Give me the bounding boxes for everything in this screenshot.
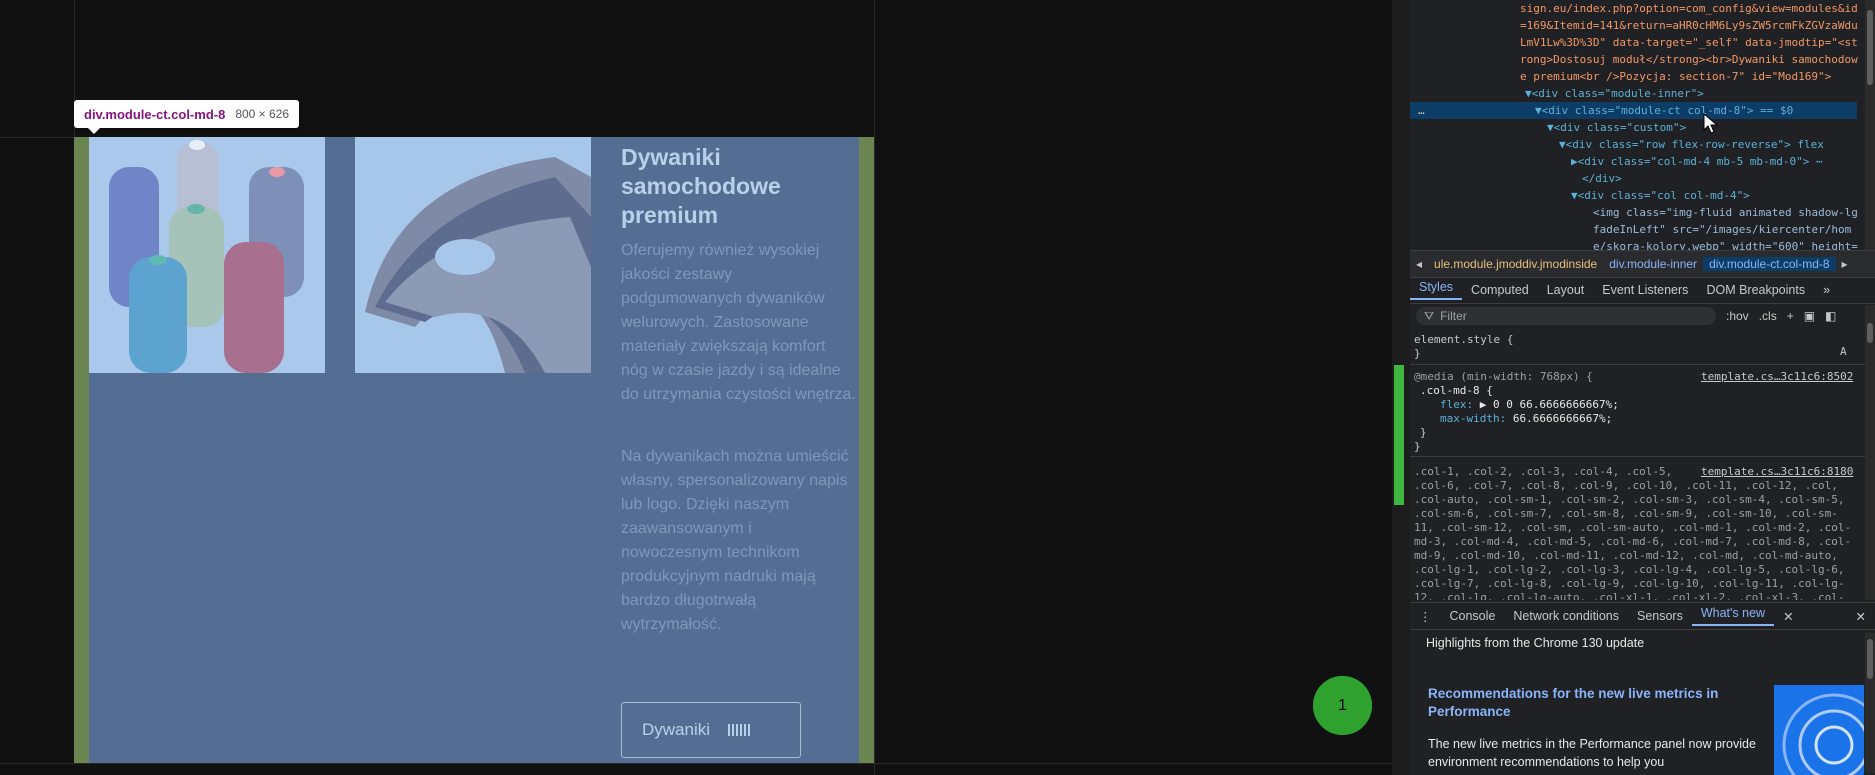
tab-whats-new[interactable]: What's new (1691, 606, 1775, 626)
module-paragraph: Oferujemy również wysokiej jakości zesta… (621, 242, 856, 403)
tab-network-conditions[interactable]: Network conditions (1504, 609, 1628, 623)
hov-toggle[interactable]: :hov (1726, 309, 1749, 323)
guide-line (0, 137, 74, 138)
dom-line[interactable]: LmV1Lw%3D%3D" data-target="_self" data-j… (1520, 34, 1858, 51)
style-property[interactable]: max-width: 66.6666666667%; (1440, 412, 1612, 426)
breadcrumb-item[interactable]: div.module-inner (1603, 257, 1703, 271)
devtools-drawer: ⋮ Console Network conditions Sensors Wha… (1410, 602, 1875, 775)
rule-end: } (1414, 347, 1421, 360)
dom-line[interactable]: e premium<br />Pozycja: section-7" id="M… (1520, 68, 1831, 85)
module-highlight: Dywaniki samochodowe premium Oferujemy r… (74, 137, 874, 763)
dom-line[interactable]: ▼<div class="col col-md-4"> (1571, 187, 1750, 204)
dom-line[interactable]: fadeInLeft" src="/images/kiercenter/hom (1593, 221, 1851, 238)
breadcrumb-item[interactable]: ule.module.jmoddiv.jmodinside (1428, 257, 1603, 271)
filter-input[interactable]: ⛛ Filter (1416, 307, 1716, 325)
dom-line[interactable]: ▶<div class="col-md-4 mb-5 mb-md-0"> ⋯ (1571, 153, 1823, 170)
tab-layout[interactable]: Layout (1538, 283, 1594, 297)
media-end: } (1414, 440, 1421, 453)
dom-line-selected[interactable]: … ▼<div class="module-ct col-md-8"> == $0 (1410, 102, 1857, 119)
paint-icon[interactable]: ▣ (1804, 309, 1815, 323)
selector-line: .col-sm-6, .col-sm-7, .col-sm-8, .col-sm… (1414, 507, 1838, 520)
tab-dom-breakpoints[interactable]: DOM Breakpoints (1697, 283, 1814, 297)
styles-scrollbar[interactable] (1865, 305, 1875, 600)
dom-line[interactable]: =169&Itemid=141&return=aHR0cHM6Ly9sZW5rc… (1520, 17, 1858, 34)
dywaniki-button[interactable]: Dywaniki (621, 702, 801, 758)
close-drawer-icon[interactable]: ✕ (1847, 609, 1875, 624)
selector-line: .col-lg-7, .col-lg-8, .col-lg-9, .col-lg… (1414, 577, 1845, 590)
styles-pane: element.style { } A @media (min-width: 7… (1410, 330, 1865, 600)
sidebar-toggle-icon[interactable]: ◧ (1825, 309, 1836, 323)
devtools-panel: sign.eu/index.php?option=com_config&view… (1410, 0, 1875, 775)
source-link[interactable]: template.cs…3c11c6:8502 (1701, 370, 1853, 384)
selector-line: 12, .col-lg, .col-lg-auto, .col-xl-1, .c… (1414, 591, 1845, 600)
mouse-cursor-icon (1703, 113, 1719, 134)
element-style-rule[interactable]: element.style { (1414, 333, 1513, 347)
rule-selector[interactable]: .col-md-8 { (1420, 384, 1493, 398)
breadcrumb-left-icon[interactable]: ◂ (1410, 257, 1428, 271)
new-rule-button[interactable]: + (1787, 309, 1794, 323)
dom-scrollbar[interactable] (1865, 0, 1875, 250)
style-property[interactable]: flex: ▶ 0 0 66.6666666667%; (1440, 398, 1619, 412)
tooltip-size: 800 × 626 (235, 107, 290, 121)
source-link[interactable]: template.cs…3c11c6:8180 (1701, 465, 1853, 479)
tab-sensors[interactable]: Sensors (1628, 609, 1692, 623)
guide-line (0, 763, 1392, 764)
tab-console[interactable]: Console (1441, 609, 1505, 623)
devtools-resize-handle[interactable] (1392, 0, 1410, 775)
selector-line: .col-auto, .col-sm-1, .col-sm-2, .col-sm… (1414, 493, 1845, 506)
guide-line (874, 0, 875, 775)
breadcrumb-item[interactable]: div.module-ct.col-md-8 (1703, 257, 1836, 271)
dom-tree: sign.eu/index.php?option=com_config&view… (1410, 0, 1865, 250)
dom-line[interactable]: ▼<div class="module-inner"> (1525, 85, 1704, 102)
selector-line: .col-lg-1, .col-lg-2, .col-lg-3, .col-lg… (1414, 563, 1845, 576)
module-content: Dywaniki samochodowe premium Oferujemy r… (89, 137, 859, 763)
selector-line: md-9, .col-md-10, .col-md-11, .col-md-12… (1414, 549, 1838, 562)
selector-line: md-3, .col-md-4, .col-md-5, .col-md-6, .… (1414, 535, 1852, 548)
dom-line[interactable]: sign.eu/index.php?option=com_config&view… (1520, 0, 1858, 17)
tooltip-selector: div.module-ct.col-md-8 (84, 106, 226, 122)
selector-line: 11, .col-sm-12, .col-sm, .col-sm-auto, .… (1414, 521, 1852, 534)
tab-computed[interactable]: Computed (1462, 283, 1538, 297)
dom-line[interactable]: ▼<div class="custom"> (1547, 119, 1686, 136)
drawer-scrollbar[interactable] (1865, 633, 1875, 773)
text-format-icon[interactable]: A (1840, 345, 1847, 359)
tab-more[interactable]: » (1814, 283, 1839, 297)
tab-event-listeners[interactable]: Event Listeners (1593, 283, 1697, 297)
module-paragraph: Na dywanikach można umieścić własny, spe… (621, 448, 849, 633)
selector-line: .col-1, .col-2, .col-3, .col-4, .col-5, (1414, 465, 1673, 478)
styles-tabbar: Styles Computed Layout Event Listeners D… (1410, 277, 1875, 304)
notification-badge: 1 (1313, 676, 1372, 735)
module-heading: Dywaniki samochodowe premium (621, 144, 781, 228)
feature-description: The new live metrics in the Performance … (1428, 737, 1756, 769)
dom-line[interactable]: ▼<div class="row flex-row-reverse"> flex (1559, 136, 1824, 153)
dom-line[interactable]: </div> (1582, 170, 1622, 187)
media-query: @media (min-width: 768px) { (1414, 370, 1593, 383)
selector-line: .col-6, .col-7, .col-8, .col-9, .col-10,… (1414, 479, 1838, 492)
rule-end: } (1420, 426, 1427, 439)
leather-samples-image (355, 137, 591, 373)
feature-link[interactable]: Recommendations for the new live metrics… (1428, 685, 1768, 721)
thread-spools-image (89, 137, 325, 373)
drawer-tabbar: ⋮ Console Network conditions Sensors Wha… (1410, 603, 1875, 630)
drawer-menu-icon[interactable]: ⋮ (1410, 609, 1441, 624)
breadcrumb-right-icon[interactable]: ▸ (1836, 257, 1854, 271)
arrow-icon (728, 724, 751, 736)
website-viewport: div.module-ct.col-md-8 800 × 626 Dywanik… (0, 0, 1392, 775)
element-inspect-tooltip: div.module-ct.col-md-8 800 × 626 (74, 100, 300, 134)
styles-toolbar: ⛛ Filter :hov .cls + ▣ ◧ (1410, 304, 1875, 328)
feature-image (1774, 685, 1864, 775)
breadcrumb: ◂ ule.module.jmoddiv.jmodinside div.modu… (1410, 250, 1875, 278)
button-label: Dywaniki (642, 720, 711, 739)
filter-icon: ⛛ (1424, 308, 1435, 323)
dom-line[interactable]: e/skora-kolory.webp" width="600" height= (1593, 238, 1858, 250)
highlights-heading: Highlights from the Chrome 130 update (1426, 636, 1645, 650)
dom-line[interactable]: <img class="img-fluid animated shadow-lg (1593, 204, 1858, 221)
changed-style-marker (1394, 365, 1404, 505)
cls-toggle[interactable]: .cls (1759, 309, 1777, 323)
dom-line[interactable]: rong>Dostosuj moduł</strong><br>Dywaniki… (1520, 51, 1858, 68)
close-tab-icon[interactable]: ✕ (1774, 609, 1802, 624)
tab-styles[interactable]: Styles (1410, 280, 1463, 300)
